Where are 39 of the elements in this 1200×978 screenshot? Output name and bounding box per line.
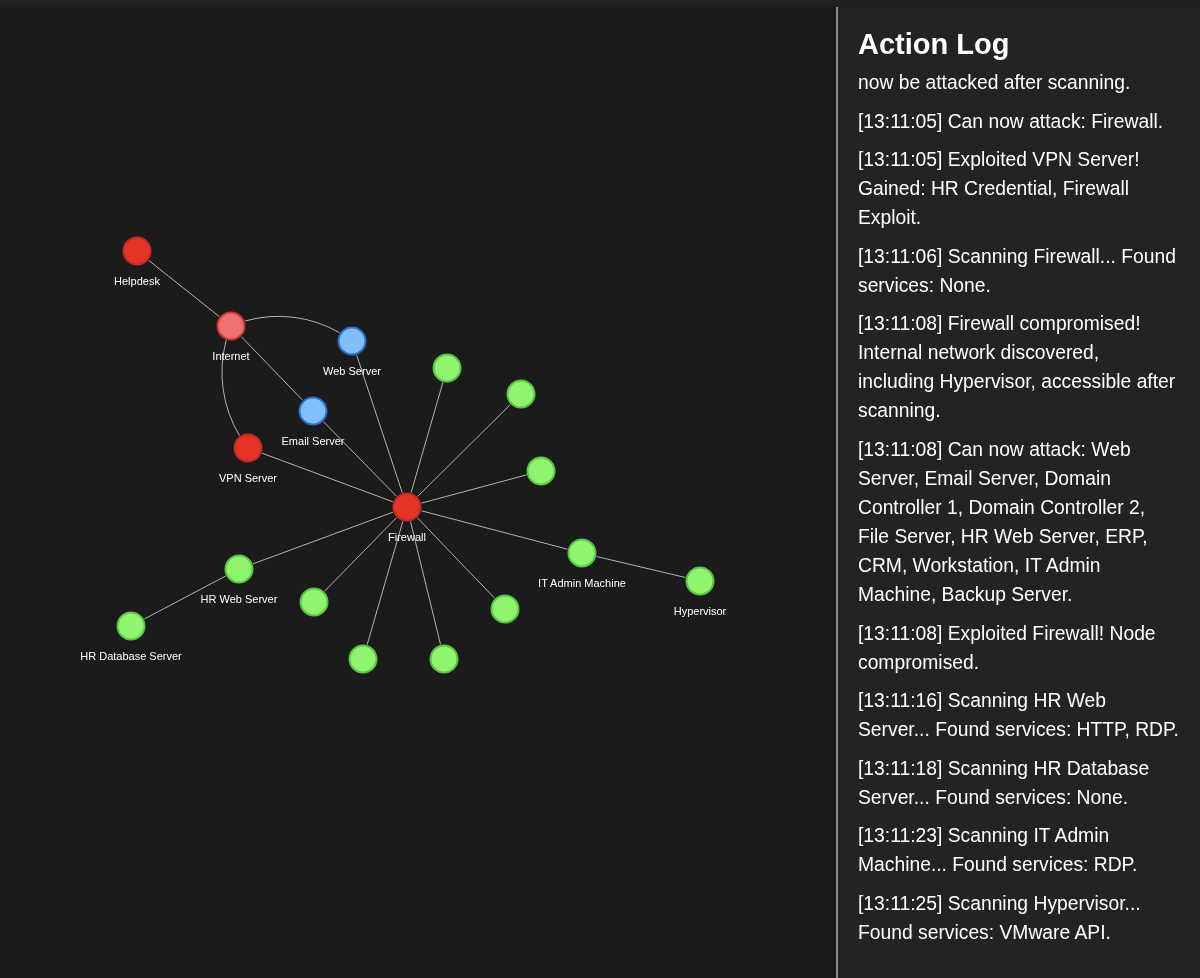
network-node[interactable] (298, 396, 328, 426)
log-entry: [13:11:08] Can now attack: Web Server, Email Server, Domain Controller 1, Domain Controller 2, File Server, HR Web Server, ERP, CRM, Workstation, IT Admin Machine, Backup Server. (858, 437, 1149, 607)
network-node[interactable] (116, 611, 146, 641)
log-entry: [13:11:18] Scanning HR Database Server... Found services: None. (858, 756, 1151, 810)
log-entry: [13:11:08] Firewall compromised! Internal network discovered, including Hypervisor, accessible after scanning. (858, 312, 1177, 424)
network-node[interactable] (490, 594, 520, 624)
log-entry: [13:11:25] Scanning Hypervisor... Found services: VMware API. (858, 891, 1142, 945)
network-node[interactable] (432, 353, 462, 383)
log-entry: [13:11:08] Exploited Firewall! Node compromised. (858, 621, 1157, 675)
log-entry: [13:11:06] Scanning Firewall... Found services: None. (858, 244, 1177, 298)
node-label: Internet (212, 350, 250, 362)
network-node[interactable] (216, 311, 246, 341)
node-label: Firewall (388, 531, 426, 543)
network-node[interactable] (506, 379, 536, 409)
node-label: Email Server (281, 435, 345, 447)
node-label: HR Web Server (200, 593, 278, 605)
network-node[interactable] (337, 326, 367, 356)
node-label: Web Server (323, 365, 381, 377)
log-entry: [13:11:05] Can now attack: Firewall. (858, 109, 1165, 134)
network-node[interactable] (233, 433, 263, 463)
node-label: Hypervisor (673, 605, 727, 617)
log-entry: [13:11:23] Scanning IT Admin Machine... Found services: RDP. (858, 824, 1139, 878)
network-node[interactable] (526, 456, 556, 486)
node-label: IT Admin Machine (538, 577, 626, 589)
log-entry: now be attacked after scanning. (858, 71, 1132, 95)
network-node[interactable] (429, 644, 459, 674)
log-entry: [13:11:05] Exploited VPN Server! Gained: HR Credential, Firewall Exploit. (858, 148, 1141, 231)
node-label: VPN Server (218, 472, 278, 484)
network-node[interactable] (392, 492, 422, 522)
node-label: Helpdesk (114, 275, 160, 287)
log-entry: [13:11:16] Scanning HR Web Server... Found services: HTTP, RDP. (858, 689, 1180, 743)
network-node[interactable] (567, 538, 597, 568)
network-node[interactable] (685, 566, 715, 596)
network-node[interactable] (122, 236, 152, 266)
network-node[interactable] (224, 554, 254, 584)
network-node[interactable] (348, 644, 378, 674)
network-node[interactable] (299, 587, 329, 617)
panel-title: Action Log (858, 27, 1011, 61)
node-label: HR Database Server (80, 650, 182, 662)
